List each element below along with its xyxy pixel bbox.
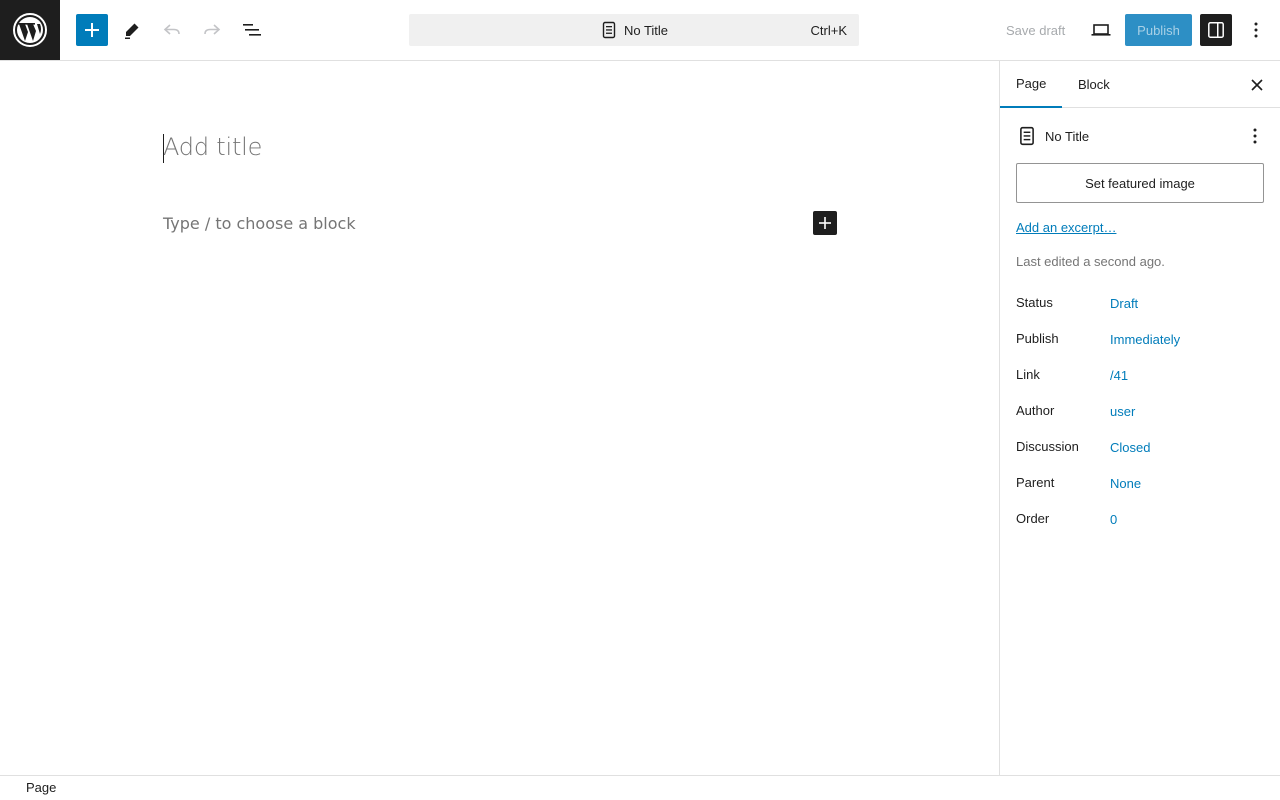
redo-icon xyxy=(204,24,221,35)
breadcrumb[interactable]: Page xyxy=(26,780,56,795)
plus-icon xyxy=(819,217,831,229)
page-icon xyxy=(1020,126,1034,146)
meta-row-publish: Publish Immediately xyxy=(1016,331,1266,351)
settings-sidebar: Page Block No Title Set featured image A… xyxy=(999,61,1280,776)
meta-label: Author xyxy=(1016,403,1055,418)
meta-row-link: Link /41 xyxy=(1016,367,1266,387)
shortcut-hint: Ctrl+K xyxy=(810,23,847,38)
undo-button[interactable] xyxy=(156,14,188,46)
meta-row-discussion: Discussion Closed xyxy=(1016,439,1266,459)
preview-button[interactable] xyxy=(1085,14,1117,46)
post-card-title: No Title xyxy=(1045,128,1090,144)
status-toggle[interactable]: Draft xyxy=(1110,296,1138,311)
default-block-appender[interactable]: Type / to choose a block xyxy=(163,214,356,233)
last-edited-text: Last edited a second ago. xyxy=(1016,254,1165,269)
publish-button[interactable]: Publish xyxy=(1125,14,1192,46)
order-toggle[interactable]: 0 xyxy=(1110,512,1117,527)
meta-label: Order xyxy=(1016,511,1050,526)
inline-block-inserter-button[interactable] xyxy=(813,211,837,235)
save-draft-button[interactable]: Save draft xyxy=(996,14,1075,46)
meta-label: Link xyxy=(1016,367,1040,382)
meta-row-parent: Parent None xyxy=(1016,475,1266,495)
wordpress-logo-icon[interactable] xyxy=(0,0,60,60)
meta-row-status: Status Draft xyxy=(1016,295,1266,315)
sidebar-toggle-icon xyxy=(1208,22,1224,38)
tab-block[interactable]: Block xyxy=(1062,61,1126,108)
meta-label: Publish xyxy=(1016,331,1059,346)
meta-label: Parent xyxy=(1016,475,1055,490)
add-excerpt-link[interactable]: Add an excerpt… xyxy=(1016,220,1116,235)
document-title: No Title xyxy=(600,21,668,39)
permalink-toggle[interactable]: /41 xyxy=(1110,368,1128,383)
pencil-icon xyxy=(125,23,139,39)
author-toggle[interactable]: user xyxy=(1110,404,1135,419)
page-icon xyxy=(602,21,616,39)
list-view-icon xyxy=(243,24,261,36)
meta-row-order: Order 0 xyxy=(1016,511,1266,531)
plus-icon xyxy=(85,23,99,37)
close-icon xyxy=(1251,79,1263,91)
meta-label: Status xyxy=(1016,295,1053,310)
undo-icon xyxy=(163,24,180,35)
more-vertical-icon xyxy=(1254,22,1258,38)
post-actions-button[interactable] xyxy=(1243,124,1267,148)
publish-date-toggle[interactable]: Immediately xyxy=(1110,332,1180,347)
tab-page[interactable]: Page xyxy=(1000,61,1063,108)
list-view-button[interactable] xyxy=(236,14,268,46)
editor-footer: Page xyxy=(0,775,1280,800)
discussion-toggle[interactable]: Closed xyxy=(1110,440,1150,455)
tools-button[interactable] xyxy=(116,14,148,46)
close-sidebar-button[interactable] xyxy=(1245,73,1269,97)
editor-header: No Title Ctrl+K Save draft Publish xyxy=(0,0,1280,61)
parent-toggle[interactable]: None xyxy=(1110,476,1141,491)
settings-toggle-button[interactable] xyxy=(1200,14,1232,46)
sidebar-tabs: Page Block xyxy=(1000,61,1280,108)
post-title-input[interactable]: Add title xyxy=(163,133,262,161)
more-vertical-icon xyxy=(1253,128,1257,144)
options-button[interactable] xyxy=(1240,14,1272,46)
meta-label: Discussion xyxy=(1016,439,1079,454)
set-featured-image-button[interactable]: Set featured image xyxy=(1016,163,1264,203)
redo-button[interactable] xyxy=(196,14,228,46)
document-title-label: No Title xyxy=(623,22,669,38)
meta-row-author: Author user xyxy=(1016,403,1266,423)
post-card: No Title xyxy=(1017,124,1267,148)
desktop-icon xyxy=(1091,24,1111,36)
command-palette-button[interactable]: No Title Ctrl+K xyxy=(409,14,859,46)
block-inserter-button[interactable] xyxy=(76,14,108,46)
